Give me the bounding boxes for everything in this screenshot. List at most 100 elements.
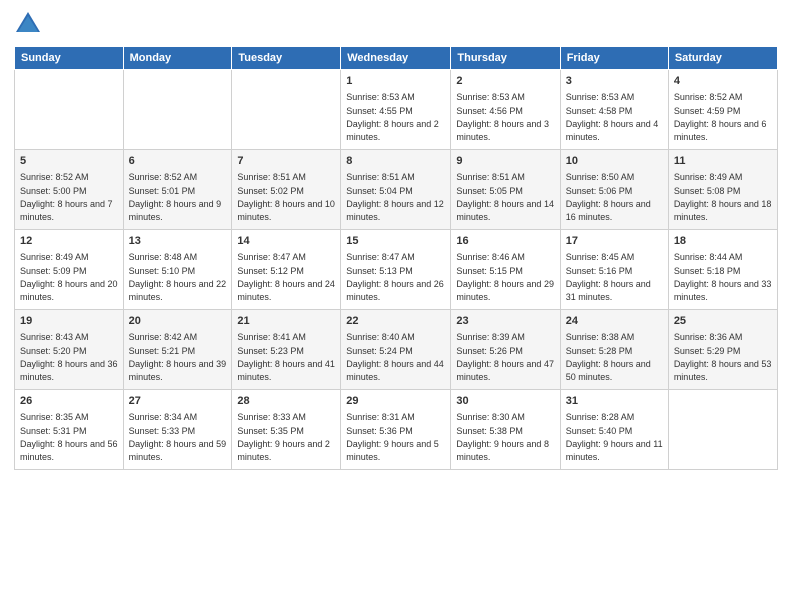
day-number: 17	[566, 234, 663, 249]
day-number: 7	[237, 154, 335, 169]
day-number: 4	[674, 74, 772, 89]
day-info: Sunrise: 8:38 AMSunset: 5:28 PMDaylight:…	[566, 332, 651, 382]
week-row-5: 26 Sunrise: 8:35 AMSunset: 5:31 PMDayligh…	[15, 390, 778, 470]
weekday-header-saturday: Saturday	[668, 47, 777, 70]
day-number: 25	[674, 314, 772, 329]
day-info: Sunrise: 8:52 AMSunset: 5:01 PMDaylight:…	[129, 172, 222, 222]
day-number: 3	[566, 74, 663, 89]
day-number: 10	[566, 154, 663, 169]
week-row-2: 5Sunrise: 8:52 AMSunset: 5:00 PMDaylight…	[15, 150, 778, 230]
week-row-3: 12 Sunrise: 8:49 AMSunset: 5:09 PMDayligh…	[15, 230, 778, 310]
weekday-header-monday: Monday	[123, 47, 232, 70]
day-number: 26	[20, 394, 118, 409]
day-info: Sunrise: 8:53 AMSunset: 4:55 PMDaylight:…	[346, 92, 439, 142]
day-cell: 26 Sunrise: 8:35 AMSunset: 5:31 PMDayligh…	[15, 390, 124, 470]
day-cell: 25 Sunrise: 8:36 AMSunset: 5:29 PMDayligh…	[668, 310, 777, 390]
day-cell: 24 Sunrise: 8:38 AMSunset: 5:28 PMDayligh…	[560, 310, 668, 390]
day-cell	[123, 70, 232, 150]
day-cell: 6 Sunrise: 8:52 AMSunset: 5:01 PMDaylight…	[123, 150, 232, 230]
day-info: Sunrise: 8:46 AMSunset: 5:15 PMDaylight:…	[456, 252, 554, 302]
day-number: 23	[456, 314, 554, 329]
day-info: Sunrise: 8:53 AMSunset: 4:56 PMDaylight:…	[456, 92, 549, 142]
day-number: 21	[237, 314, 335, 329]
day-number: 27	[129, 394, 227, 409]
day-info: Sunrise: 8:44 AMSunset: 5:18 PMDaylight:…	[674, 252, 772, 302]
day-cell: 5Sunrise: 8:52 AMSunset: 5:00 PMDaylight…	[15, 150, 124, 230]
weekday-header-sunday: Sunday	[15, 47, 124, 70]
day-info: Sunrise: 8:30 AMSunset: 5:38 PMDaylight:…	[456, 412, 549, 462]
day-info: Sunrise: 8:41 AMSunset: 5:23 PMDaylight:…	[237, 332, 335, 382]
day-number: 11	[674, 154, 772, 169]
day-cell: 23 Sunrise: 8:39 AMSunset: 5:26 PMDayligh…	[451, 310, 560, 390]
day-info: Sunrise: 8:39 AMSunset: 5:26 PMDaylight:…	[456, 332, 554, 382]
day-cell: 3 Sunrise: 8:53 AMSunset: 4:58 PMDaylight…	[560, 70, 668, 150]
day-number: 9	[456, 154, 554, 169]
day-cell: 16 Sunrise: 8:46 AMSunset: 5:15 PMDayligh…	[451, 230, 560, 310]
day-cell: 11 Sunrise: 8:49 AMSunset: 5:08 PMDayligh…	[668, 150, 777, 230]
day-cell: 20Sunrise: 8:42 AMSunset: 5:21 PMDayligh…	[123, 310, 232, 390]
day-cell: 30 Sunrise: 8:30 AMSunset: 5:38 PMDayligh…	[451, 390, 560, 470]
day-number: 15	[346, 234, 445, 249]
day-cell: 21 Sunrise: 8:41 AMSunset: 5:23 PMDayligh…	[232, 310, 341, 390]
day-cell: 31Sunrise: 8:28 AMSunset: 5:40 PMDayligh…	[560, 390, 668, 470]
day-info: Sunrise: 8:53 AMSunset: 4:58 PMDaylight:…	[566, 92, 659, 142]
calendar-body: 1 Sunrise: 8:53 AMSunset: 4:55 PMDaylight…	[15, 70, 778, 470]
day-number: 31	[566, 394, 663, 409]
day-number: 29	[346, 394, 445, 409]
weekday-header-wednesday: Wednesday	[341, 47, 451, 70]
day-info: Sunrise: 8:42 AMSunset: 5:21 PMDaylight:…	[129, 332, 227, 382]
day-info: Sunrise: 8:35 AMSunset: 5:31 PMDaylight:…	[20, 412, 118, 462]
day-cell: 13 Sunrise: 8:48 AMSunset: 5:10 PMDayligh…	[123, 230, 232, 310]
page: SundayMondayTuesdayWednesdayThursdayFrid…	[0, 0, 792, 612]
day-number: 12	[20, 234, 118, 249]
logo	[14, 10, 46, 38]
day-info: Sunrise: 8:51 AMSunset: 5:04 PMDaylight:…	[346, 172, 444, 222]
day-info: Sunrise: 8:52 AMSunset: 4:59 PMDaylight:…	[674, 92, 767, 142]
day-cell: 27Sunrise: 8:34 AMSunset: 5:33 PMDayligh…	[123, 390, 232, 470]
day-cell: 12 Sunrise: 8:49 AMSunset: 5:09 PMDayligh…	[15, 230, 124, 310]
day-info: Sunrise: 8:47 AMSunset: 5:12 PMDaylight:…	[237, 252, 335, 302]
day-number: 18	[674, 234, 772, 249]
day-number: 28	[237, 394, 335, 409]
day-info: Sunrise: 8:51 AMSunset: 5:05 PMDaylight:…	[456, 172, 554, 222]
day-cell	[232, 70, 341, 150]
day-number: 24	[566, 314, 663, 329]
logo-icon	[14, 10, 42, 38]
weekday-row: SundayMondayTuesdayWednesdayThursdayFrid…	[15, 47, 778, 70]
header	[14, 10, 778, 38]
day-info: Sunrise: 8:43 AMSunset: 5:20 PMDaylight:…	[20, 332, 118, 382]
day-info: Sunrise: 8:49 AMSunset: 5:08 PMDaylight:…	[674, 172, 772, 222]
day-number: 13	[129, 234, 227, 249]
day-number: 19	[20, 314, 118, 329]
day-info: Sunrise: 8:45 AMSunset: 5:16 PMDaylight:…	[566, 252, 651, 302]
day-info: Sunrise: 8:36 AMSunset: 5:29 PMDaylight:…	[674, 332, 772, 382]
day-number: 2	[456, 74, 554, 89]
day-number: 22	[346, 314, 445, 329]
day-number: 5	[20, 154, 118, 169]
weekday-header-thursday: Thursday	[451, 47, 560, 70]
day-cell: 18 Sunrise: 8:44 AMSunset: 5:18 PMDayligh…	[668, 230, 777, 310]
day-cell: 29 Sunrise: 8:31 AMSunset: 5:36 PMDayligh…	[341, 390, 451, 470]
weekday-header-tuesday: Tuesday	[232, 47, 341, 70]
day-info: Sunrise: 8:51 AMSunset: 5:02 PMDaylight:…	[237, 172, 335, 222]
day-info: Sunrise: 8:47 AMSunset: 5:13 PMDaylight:…	[346, 252, 444, 302]
day-cell: 15 Sunrise: 8:47 AMSunset: 5:13 PMDayligh…	[341, 230, 451, 310]
day-cell: 4 Sunrise: 8:52 AMSunset: 4:59 PMDaylight…	[668, 70, 777, 150]
day-info: Sunrise: 8:33 AMSunset: 5:35 PMDaylight:…	[237, 412, 330, 462]
day-cell: 14Sunrise: 8:47 AMSunset: 5:12 PMDayligh…	[232, 230, 341, 310]
day-number: 1	[346, 74, 445, 89]
day-info: Sunrise: 8:40 AMSunset: 5:24 PMDaylight:…	[346, 332, 444, 382]
day-number: 8	[346, 154, 445, 169]
day-info: Sunrise: 8:48 AMSunset: 5:10 PMDaylight:…	[129, 252, 227, 302]
day-cell: 7 Sunrise: 8:51 AMSunset: 5:02 PMDaylight…	[232, 150, 341, 230]
day-info: Sunrise: 8:49 AMSunset: 5:09 PMDaylight:…	[20, 252, 118, 302]
day-info: Sunrise: 8:31 AMSunset: 5:36 PMDaylight:…	[346, 412, 439, 462]
day-cell	[15, 70, 124, 150]
day-number: 6	[129, 154, 227, 169]
day-cell: 28 Sunrise: 8:33 AMSunset: 5:35 PMDayligh…	[232, 390, 341, 470]
day-number: 30	[456, 394, 554, 409]
day-number: 16	[456, 234, 554, 249]
day-cell: 8 Sunrise: 8:51 AMSunset: 5:04 PMDaylight…	[341, 150, 451, 230]
week-row-4: 19 Sunrise: 8:43 AMSunset: 5:20 PMDayligh…	[15, 310, 778, 390]
weekday-header-friday: Friday	[560, 47, 668, 70]
